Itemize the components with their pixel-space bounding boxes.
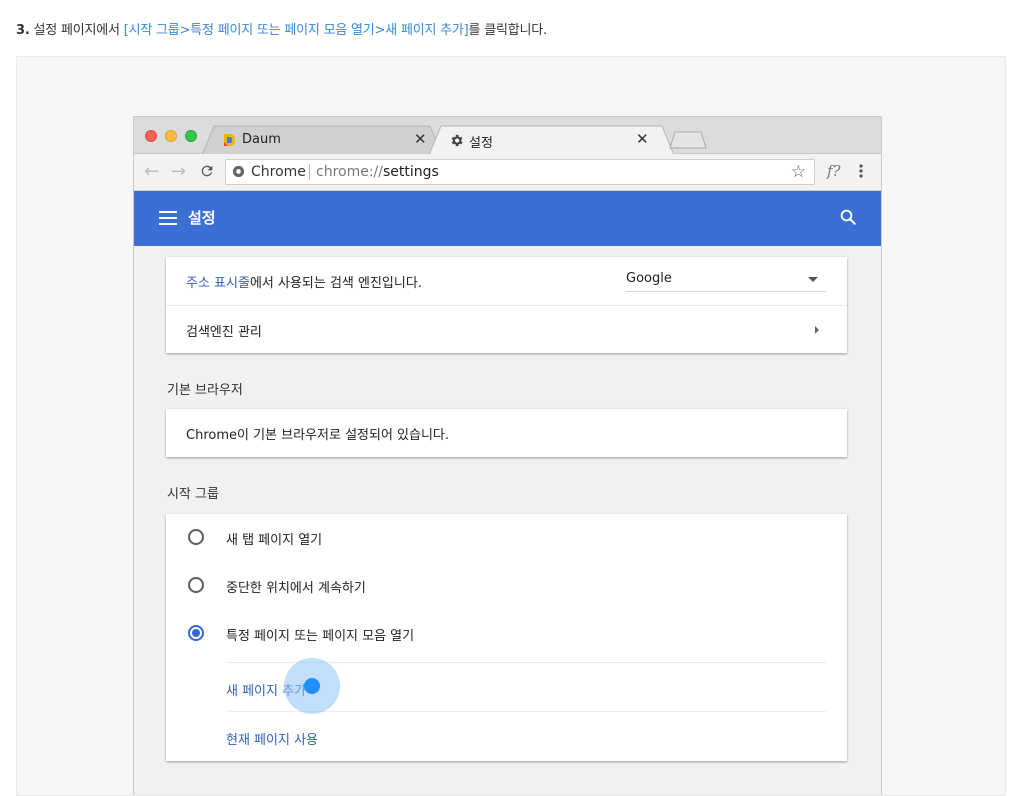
- startup-option-label: 특정 페이지 또는 페이지 모음 열기: [226, 629, 415, 644]
- step-number: 3.: [16, 23, 30, 38]
- instruction-prefix: 설정 페이지에서: [29, 23, 124, 38]
- daum-logo-icon: [222, 133, 236, 151]
- title-bar: Daum ✕ 설정 ✕: [134, 117, 881, 155]
- bookmark-star-icon[interactable]: ☆: [791, 162, 806, 182]
- startup-option-label: 새 탭 페이지 열기: [226, 533, 323, 548]
- default-browser-card: Chrome이 기본 브라우저로 설정되어 있습니다.: [166, 409, 847, 457]
- screenshot-figure: Daum ✕ 설정 ✕ ← → Chrome chrome://settings…: [16, 56, 1006, 796]
- radio-button[interactable]: [188, 577, 204, 593]
- click-indicator-dot: [304, 678, 320, 694]
- gear-icon: [449, 133, 464, 152]
- tab-shape: [202, 125, 442, 155]
- tab-label: Daum: [242, 132, 281, 147]
- startup-option-continue[interactable]: 중단한 위치에서 계속하기: [166, 562, 847, 610]
- menu-path: [시작 그룹>특정 페이지 또는 페이지 모음 열기>새 페이지 추가]: [123, 23, 469, 38]
- use-current-pages-link[interactable]: 현재 페이지 사용: [226, 729, 318, 748]
- tab-settings[interactable]: 설정 ✕: [429, 125, 674, 155]
- search-engine-card: 주소 표시줄에서 사용되는 검색 엔진입니다. Google 검색엔진 관리: [166, 257, 847, 353]
- extension-icon[interactable]: f?: [827, 162, 841, 180]
- minimize-window-button[interactable]: [165, 130, 177, 142]
- chrome-page-icon: [232, 165, 245, 182]
- search-engine-select[interactable]: Google: [626, 271, 826, 292]
- url-scheme: chrome://: [316, 164, 383, 180]
- forward-arrow-icon[interactable]: →: [171, 161, 186, 182]
- address-bar-link[interactable]: 주소 표시줄: [186, 276, 250, 291]
- more-vert-icon[interactable]: [859, 163, 863, 182]
- dropdown-arrow-icon: [808, 277, 818, 282]
- tab-label: 설정: [469, 136, 493, 151]
- radio-button-checked[interactable]: [188, 625, 204, 641]
- chevron-right-icon: [815, 326, 819, 334]
- click-indicator: [284, 658, 340, 714]
- startup-option-specific-pages[interactable]: 특정 페이지 또는 페이지 모음 열기: [166, 610, 847, 658]
- settings-app-bar: 설정: [134, 191, 881, 246]
- browser-toolbar: ← → Chrome chrome://settings ☆ f?: [134, 154, 881, 191]
- address-bar[interactable]: Chrome chrome://settings ☆: [225, 159, 815, 185]
- instruction-suffix: 를 클릭합니다.: [468, 23, 548, 38]
- default-browser-row: Chrome이 기본 브라우저로 설정되어 있습니다.: [166, 409, 847, 457]
- url-path: settings: [383, 164, 439, 180]
- search-engine-description-rest: 에서 사용되는 검색 엔진입니다.: [249, 276, 422, 291]
- search-engine-value: Google: [626, 271, 672, 286]
- manage-search-engines-label: 검색엔진 관리: [186, 325, 262, 340]
- browser-window: Daum ✕ 설정 ✕ ← → Chrome chrome://settings…: [133, 116, 882, 795]
- startup-option-new-tab[interactable]: 새 탭 페이지 열기: [166, 514, 847, 562]
- search-icon[interactable]: [839, 208, 857, 230]
- site-label: Chrome: [251, 164, 306, 180]
- tab-daum[interactable]: Daum ✕: [202, 125, 442, 155]
- menu-icon[interactable]: [159, 210, 177, 229]
- startup-card: 새 탭 페이지 열기 중단한 위치에서 계속하기 특정 페이지 또는 페이지 모…: [166, 514, 847, 761]
- search-engine-description: 주소 표시줄에서 사용되는 검색 엔진입니다.: [186, 272, 422, 291]
- close-window-button[interactable]: [145, 130, 157, 142]
- manage-search-engines-row[interactable]: 검색엔진 관리: [166, 305, 847, 353]
- reload-icon[interactable]: [199, 160, 215, 184]
- use-current-pages-row[interactable]: 현재 페이지 사용: [226, 711, 826, 760]
- close-icon[interactable]: ✕: [414, 130, 427, 148]
- close-icon[interactable]: ✕: [636, 130, 649, 148]
- search-engine-row: 주소 표시줄에서 사용되는 검색 엔진입니다. Google: [166, 257, 847, 305]
- page-title: 설정: [188, 209, 216, 227]
- url-text: chrome://settings: [316, 164, 439, 180]
- radio-button[interactable]: [188, 529, 204, 545]
- default-browser-heading: 기본 브라우저: [167, 383, 243, 398]
- back-arrow-icon[interactable]: ←: [144, 161, 159, 182]
- new-tab-button[interactable]: [669, 131, 707, 153]
- default-browser-status: Chrome이 기본 브라우저로 설정되어 있습니다.: [186, 428, 450, 443]
- maximize-window-button[interactable]: [185, 130, 197, 142]
- omnibox-divider: [309, 164, 310, 180]
- startup-heading: 시작 그룹: [167, 487, 219, 502]
- startup-option-label: 중단한 위치에서 계속하기: [226, 581, 366, 596]
- instruction-text: 3. 설정 페이지에서 [시작 그룹>특정 페이지 또는 페이지 모음 열기>새…: [16, 19, 547, 38]
